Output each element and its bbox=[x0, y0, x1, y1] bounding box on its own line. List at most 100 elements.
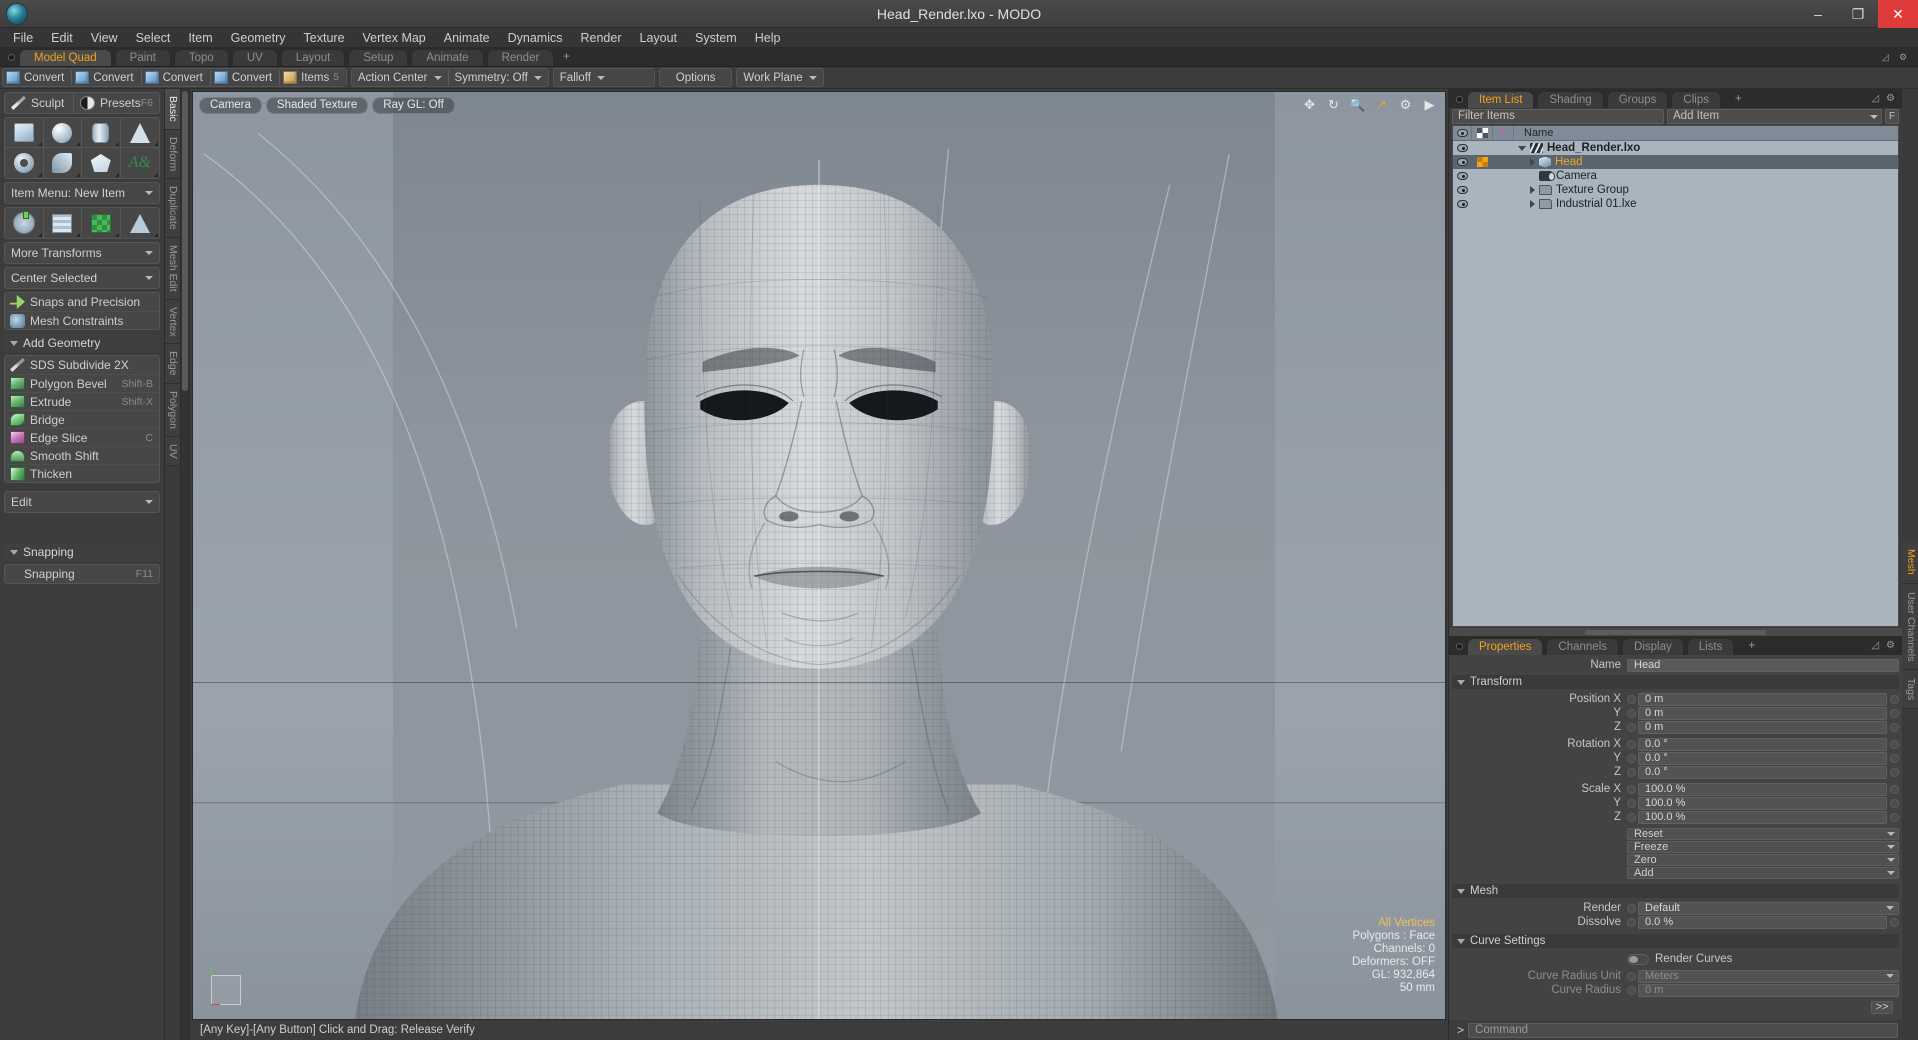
filter-badge[interactable]: F bbox=[1885, 109, 1899, 124]
mode-tab-mesh-edit[interactable]: Mesh Edit bbox=[165, 237, 180, 300]
add-button[interactable]: Add bbox=[1627, 867, 1899, 879]
rotation-y-field[interactable]: 0.0 ° bbox=[1638, 751, 1887, 765]
curve-settings-header[interactable]: Curve Settings bbox=[1452, 934, 1899, 948]
item-list-tree[interactable]: Name Head_Render.lxo Head Camera Texture… bbox=[1452, 125, 1899, 627]
items-mode-button[interactable]: Items 5 bbox=[280, 69, 346, 86]
expand-toggle-icon[interactable] bbox=[1530, 200, 1535, 208]
curve-radius-unit-dropdown[interactable]: Meters bbox=[1638, 969, 1899, 983]
extrude-item[interactable]: Extrude Shift-X bbox=[5, 392, 159, 410]
item-list-hscrollbar[interactable] bbox=[1449, 627, 1902, 636]
channel-dot-icon[interactable] bbox=[1890, 917, 1899, 927]
add-tab-button[interactable]: + bbox=[557, 49, 576, 66]
polygon-primitive-button[interactable] bbox=[82, 148, 121, 178]
tab-paint[interactable]: Paint bbox=[114, 49, 171, 66]
scrollbar-thumb[interactable] bbox=[182, 91, 188, 391]
properties-menu-dot-icon[interactable] bbox=[1456, 643, 1463, 650]
tab-uv[interactable]: UV bbox=[231, 49, 278, 66]
menu-select[interactable]: Select bbox=[127, 28, 180, 48]
scale-z-field[interactable]: 100.0 % bbox=[1638, 810, 1887, 824]
maximize-button[interactable]: ❐ bbox=[1838, 0, 1878, 28]
key-dot-icon[interactable] bbox=[1627, 917, 1636, 927]
convert-button-1[interactable]: Convert bbox=[3, 69, 71, 86]
torus-primitive-button[interactable] bbox=[5, 148, 44, 178]
position-z-field[interactable]: 0 m bbox=[1638, 720, 1887, 734]
channel-dot-icon[interactable] bbox=[1890, 753, 1899, 763]
snaps-and-precision-item[interactable]: Snaps and Precision bbox=[5, 293, 159, 311]
channel-dot-icon[interactable] bbox=[1890, 767, 1899, 777]
eye-icon[interactable] bbox=[1457, 158, 1468, 166]
expand-toggle-icon[interactable] bbox=[1530, 158, 1535, 166]
mode-tab-polygon[interactable]: Polygon bbox=[165, 383, 180, 437]
expand-panel-icon[interactable]: ◿ bbox=[1871, 640, 1879, 651]
edit-dropdown[interactable]: Edit bbox=[4, 491, 160, 513]
checker-deform-button[interactable] bbox=[82, 208, 121, 238]
more-options-button[interactable]: >> bbox=[1871, 1001, 1893, 1014]
eye-icon[interactable] bbox=[1457, 144, 1468, 152]
tab-groups[interactable]: Groups bbox=[1606, 91, 1669, 108]
menu-layout[interactable]: Layout bbox=[631, 28, 687, 48]
panel-gear-icon[interactable]: ⚙ bbox=[1899, 52, 1910, 63]
key-dot-icon[interactable] bbox=[1627, 903, 1636, 913]
menu-texture[interactable]: Texture bbox=[295, 28, 354, 48]
channel-dot-icon[interactable] bbox=[1890, 812, 1899, 822]
viewport-camera-button[interactable]: Camera bbox=[199, 97, 262, 114]
dissolve-field[interactable]: 0.0 % bbox=[1638, 915, 1887, 929]
expand-toggle-icon[interactable] bbox=[1518, 145, 1526, 151]
menu-system[interactable]: System bbox=[686, 28, 746, 48]
viewport-shading-button[interactable]: Shaded Texture bbox=[265, 97, 369, 114]
render-curves-toggle[interactable] bbox=[1627, 953, 1649, 965]
action-center-dropdown[interactable]: Action Center bbox=[352, 69, 448, 86]
reset-button[interactable]: Reset bbox=[1627, 828, 1899, 840]
gear-icon[interactable]: ⚙ bbox=[1398, 97, 1413, 112]
snapping-item[interactable]: Snapping F11 bbox=[5, 565, 159, 583]
sculpt-button[interactable]: Sculpt bbox=[5, 93, 73, 113]
symmetry-dropdown[interactable]: Symmetry: Off bbox=[449, 69, 548, 86]
smooth-shift-item[interactable]: Smooth Shift bbox=[5, 446, 159, 464]
menu-item[interactable]: Item bbox=[179, 28, 221, 48]
thicken-item[interactable]: Thicken bbox=[5, 464, 159, 482]
scale-y-field[interactable]: 100.0 % bbox=[1638, 796, 1887, 810]
minimize-button[interactable]: – bbox=[1798, 0, 1838, 28]
menu-vertex-map[interactable]: Vertex Map bbox=[354, 28, 435, 48]
menu-dynamics[interactable]: Dynamics bbox=[499, 28, 572, 48]
tab-lists[interactable]: Lists bbox=[1686, 638, 1735, 655]
convert-button-4[interactable]: Convert bbox=[211, 69, 279, 86]
tab-animate[interactable]: Animate bbox=[411, 49, 484, 66]
table-row[interactable]: Texture Group bbox=[1453, 183, 1898, 197]
key-dot-icon[interactable] bbox=[1627, 722, 1636, 732]
left-panel-scrollbar[interactable] bbox=[180, 89, 189, 1040]
eye-icon[interactable] bbox=[1457, 172, 1468, 180]
viewport-3d[interactable]: Camera Shaded Texture Ray GL: Off ✥ ↻ 🔍 … bbox=[192, 91, 1446, 1020]
play-icon[interactable]: ▶ bbox=[1422, 97, 1437, 112]
tab-channels[interactable]: Channels bbox=[1546, 638, 1620, 655]
curve-radius-field[interactable]: 0 m bbox=[1638, 983, 1899, 997]
cube-primitive-button[interactable] bbox=[5, 118, 44, 148]
command-input[interactable]: Command bbox=[1468, 1022, 1898, 1038]
item-list-menu-dot-icon[interactable] bbox=[1456, 96, 1463, 103]
menu-render[interactable]: Render bbox=[572, 28, 631, 48]
tab-display[interactable]: Display bbox=[1622, 638, 1684, 655]
tab-shading[interactable]: Shading bbox=[1537, 91, 1604, 108]
expand-panel-icon[interactable]: ◿ bbox=[1871, 93, 1879, 104]
center-selected-dropdown[interactable]: Center Selected bbox=[4, 267, 160, 289]
tab-layout[interactable]: Layout bbox=[280, 49, 346, 66]
key-dot-icon[interactable] bbox=[1627, 812, 1636, 822]
tab-setup[interactable]: Setup bbox=[348, 49, 409, 66]
tab-model-quad[interactable]: Model Quad bbox=[19, 49, 112, 66]
mode-tab-uv[interactable]: UV bbox=[165, 436, 180, 467]
gear-icon[interactable]: ⚙ bbox=[1886, 93, 1895, 104]
menu-file[interactable]: File bbox=[4, 28, 42, 48]
menu-help[interactable]: Help bbox=[746, 28, 790, 48]
tab-topo[interactable]: Topo bbox=[173, 49, 229, 66]
menu-edit[interactable]: Edit bbox=[42, 28, 82, 48]
mode-tab-edge[interactable]: Edge bbox=[165, 344, 180, 384]
key-dot-icon[interactable] bbox=[1627, 753, 1636, 763]
key-dot-icon[interactable] bbox=[1627, 694, 1636, 704]
render-dropdown[interactable]: Default bbox=[1638, 901, 1899, 915]
more-transforms-dropdown[interactable]: More Transforms bbox=[4, 242, 160, 264]
cylinder-primitive-button[interactable] bbox=[82, 118, 121, 148]
bend-grid-button[interactable] bbox=[44, 208, 82, 238]
zero-button[interactable]: Zero bbox=[1627, 854, 1899, 866]
mode-tab-duplicate[interactable]: Duplicate bbox=[165, 179, 180, 238]
shading-active-icon[interactable] bbox=[1477, 157, 1488, 167]
